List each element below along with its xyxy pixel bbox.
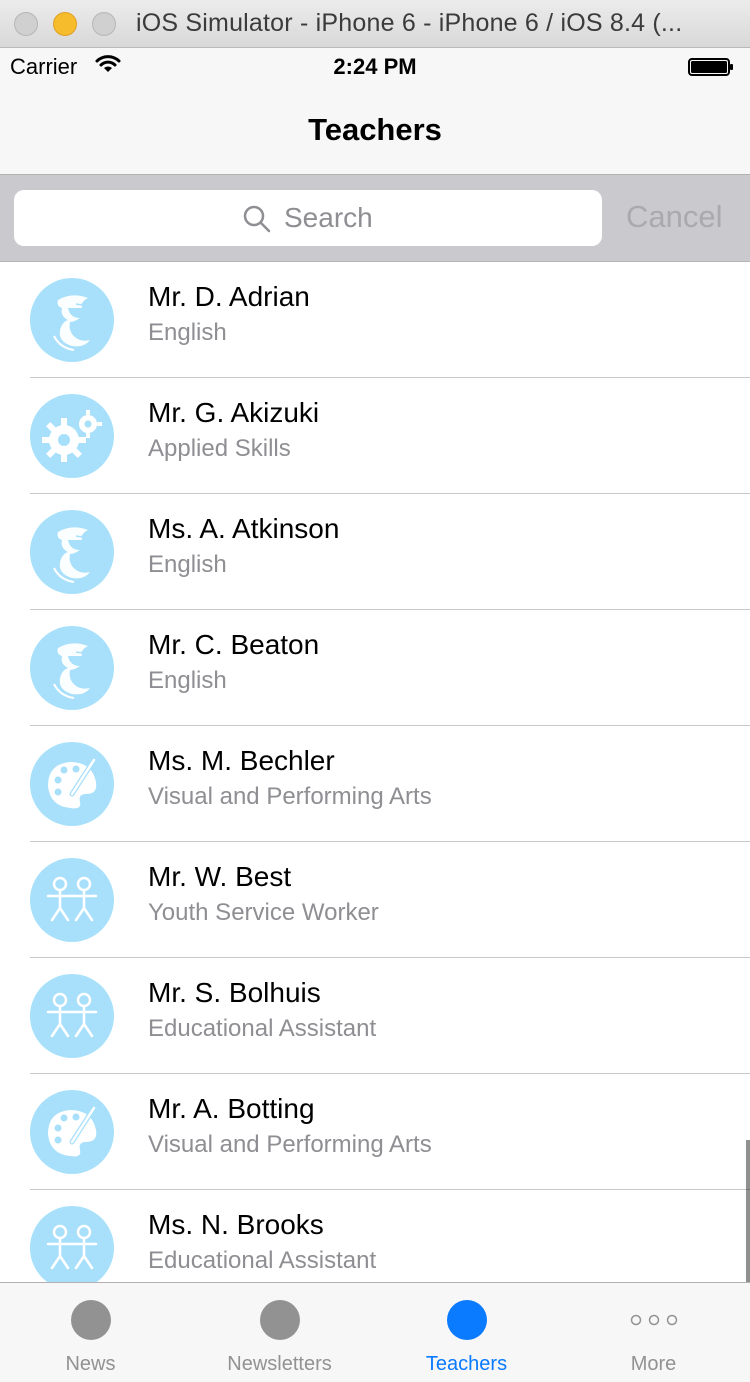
teacher-row[interactable]: Ms. A. Atkinson English <box>0 494 750 610</box>
teacher-name: Mr. A. Botting <box>148 1093 315 1124</box>
teacher-row[interactable]: Ms. M. Bechler Visual and Performing Arts <box>0 726 750 842</box>
teacher-name: Mr. C. Beaton <box>148 629 320 660</box>
search-placeholder: Search <box>284 202 373 233</box>
teacher-row[interactable]: Ms. N. Brooks Educational Assistant <box>0 1190 750 1282</box>
teacher-row[interactable]: Mr. C. Beaton English <box>0 610 750 726</box>
teacher-department: Visual and Performing Arts <box>148 1131 432 1158</box>
tab-newsletters[interactable]: Newsletters <box>186 1283 373 1382</box>
palette-icon <box>30 742 114 826</box>
tab-bar: News Newsletters Teachers More <box>0 1282 750 1382</box>
window-titlebar: iOS Simulator - iPhone 6 - iPhone 6 / iO… <box>0 0 750 48</box>
teacher-row[interactable]: Mr. G. Akizuki Applied Skills <box>0 378 750 494</box>
teacher-name: Mr. G. Akizuki <box>148 397 320 428</box>
english-letter-icon <box>30 626 114 710</box>
tab-label: Teachers <box>425 1353 508 1375</box>
teacher-name: Mr. W. Best <box>148 861 292 892</box>
teacher-department: English <box>148 667 227 694</box>
teacher-department: English <box>148 551 227 578</box>
english-letter-icon <box>30 510 114 594</box>
teacher-name: Mr. S. Bolhuis <box>148 977 321 1008</box>
cancel-button[interactable]: Cancel <box>626 199 723 235</box>
teacher-department: Applied Skills <box>148 435 291 462</box>
palette-icon <box>30 1090 114 1174</box>
navigation-bar: Teachers <box>0 88 750 175</box>
teacher-row[interactable]: Mr. A. Botting Visual and Performing Arts <box>0 1074 750 1190</box>
zoom-window-button[interactable] <box>92 12 116 36</box>
tab-label: Newsletters <box>227 1353 332 1375</box>
search-icon <box>242 204 272 239</box>
gears-icon <box>30 394 114 478</box>
teacher-department: Youth Service Worker <box>148 899 379 926</box>
search-bar: Search Cancel <box>0 175 750 262</box>
teacher-name: Mr. D. Adrian <box>148 281 310 312</box>
teacher-department: Visual and Performing Arts <box>148 783 432 810</box>
people-icon <box>30 974 114 1058</box>
teacher-name: Ms. A. Atkinson <box>148 513 340 544</box>
people-icon <box>30 1206 114 1282</box>
circle-icon <box>70 1300 111 1340</box>
status-time: 2:24 PM <box>333 54 417 79</box>
page-title: Teachers <box>308 112 442 147</box>
teacher-name: Ms. M. Bechler <box>148 745 335 776</box>
tab-news[interactable]: News <box>0 1283 184 1382</box>
teacher-name: Ms. N. Brooks <box>148 1209 324 1240</box>
search-input[interactable]: Search <box>14 190 602 246</box>
tab-label: More <box>630 1353 677 1375</box>
people-icon <box>30 858 114 942</box>
teacher-row[interactable]: Mr. S. Bolhuis Educational Assistant <box>0 958 750 1074</box>
window-title: iOS Simulator - iPhone 6 - iPhone 6 / iO… <box>136 9 683 37</box>
circle-icon <box>446 1300 487 1340</box>
circle-icon <box>259 1300 300 1340</box>
teacher-department: English <box>148 319 227 346</box>
battery-icon <box>688 58 734 76</box>
english-letter-icon <box>30 278 114 362</box>
teacher-department: Educational Assistant <box>148 1015 377 1042</box>
teacher-list: Mr. D. Adrian English Mr. G. Akizuki Applie… <box>0 262 750 1282</box>
status-bar: Carrier 2:24 PM <box>0 48 750 88</box>
tab-teachers[interactable]: Teachers <box>373 1283 560 1382</box>
tab-more[interactable]: More <box>560 1283 747 1382</box>
close-window-button[interactable] <box>14 12 38 36</box>
teacher-department: Educational Assistant <box>148 1247 377 1274</box>
minimize-window-button[interactable] <box>53 12 77 36</box>
teacher-row[interactable]: Mr. W. Best Youth Service Worker <box>0 842 750 958</box>
more-dots-icon <box>630 1313 678 1327</box>
teacher-row[interactable]: Mr. D. Adrian English <box>0 262 750 378</box>
tab-label: News <box>65 1353 116 1375</box>
